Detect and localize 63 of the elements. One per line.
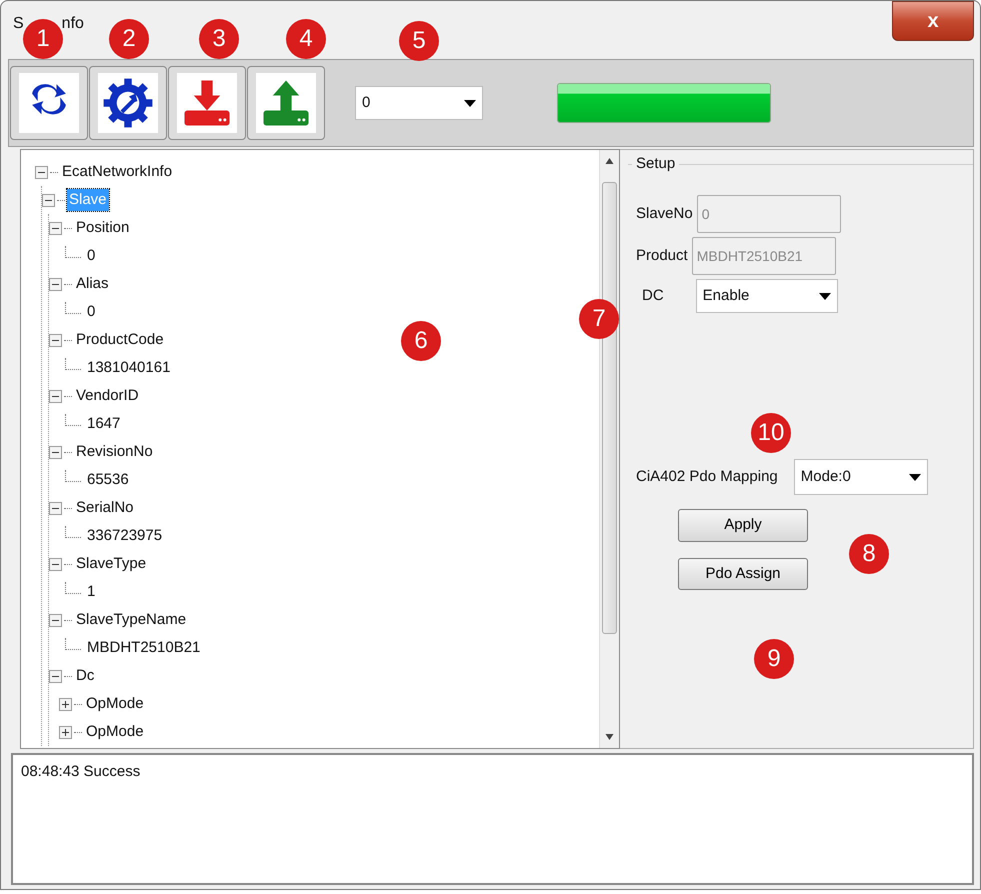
field-label: Product xyxy=(636,246,688,266)
tree-node-label[interactable]: EcatNetworkInfo xyxy=(60,160,174,184)
tree-node-label[interactable]: SerialNo xyxy=(74,496,136,520)
action-button[interactable]: Pdo Assign xyxy=(678,558,808,590)
collapse-icon[interactable] xyxy=(49,502,62,514)
tree-node-label[interactable]: 0 xyxy=(85,244,98,268)
tree-node-label[interactable]: SlaveTypeName xyxy=(74,608,188,632)
tree-node-label[interactable]: 336723975 xyxy=(85,524,164,548)
tree-node-label[interactable]: 0 xyxy=(85,300,98,324)
action-button[interactable]: Apply xyxy=(678,509,808,542)
download-button[interactable] xyxy=(168,66,246,140)
collapse-icon[interactable] xyxy=(49,446,62,458)
tree-node-label[interactable]: Dc xyxy=(74,664,96,688)
collapse-icon[interactable] xyxy=(49,278,62,290)
tree-node-label[interactable]: MBDHT2510B21 xyxy=(85,636,202,660)
log-line: 08:48:43 Success xyxy=(21,762,142,782)
caret-icon xyxy=(818,292,831,300)
callout-marker: 4 xyxy=(286,19,326,59)
collapse-icon[interactable] xyxy=(35,166,48,178)
collapse-icon[interactable] xyxy=(49,222,62,234)
tree-node-label[interactable]: 65536 xyxy=(85,468,131,492)
tree-node-label[interactable]: OpMode xyxy=(84,720,146,744)
dc-select[interactable]: Enable xyxy=(696,279,838,313)
collapse-icon[interactable] xyxy=(42,194,55,206)
tree-node-label[interactable]: SlaveType xyxy=(74,552,148,576)
tree-node-label[interactable]: ProductCode xyxy=(74,328,166,352)
refresh-arrows-icon xyxy=(19,73,79,133)
callout-marker: 9 xyxy=(754,639,794,679)
tree-node-label[interactable]: 1381040161 xyxy=(85,356,172,380)
collapse-icon[interactable] xyxy=(49,558,62,570)
tree-node-label[interactable]: 1 xyxy=(85,580,98,604)
window-title: S xyxy=(13,14,24,34)
expand-icon[interactable] xyxy=(59,726,72,738)
upload-button[interactable] xyxy=(247,66,325,140)
settings-button[interactable] xyxy=(89,66,167,140)
callout-marker: 8 xyxy=(849,534,889,574)
tree-node-label[interactable]: 1647 xyxy=(85,412,122,436)
mapping-label: CiA402 Pdo Mapping xyxy=(636,466,778,487)
collapse-icon[interactable] xyxy=(49,670,62,682)
caret-icon xyxy=(464,100,476,106)
field-label: SlaveNo xyxy=(636,204,693,224)
field-label: DC xyxy=(642,286,664,306)
tree-node-label[interactable]: RevisionNo xyxy=(74,440,155,464)
expand-icon[interactable] xyxy=(59,698,72,710)
callout-marker: 5 xyxy=(399,21,439,61)
gear-hammer-icon xyxy=(98,73,158,133)
window-title: nfo xyxy=(62,14,84,34)
mapping-select[interactable]: Mode:0 xyxy=(794,459,928,495)
tree-node-label[interactable]: Alias xyxy=(74,272,111,296)
callout-marker: 10 xyxy=(751,413,791,453)
collapse-icon[interactable] xyxy=(49,390,62,402)
caret-icon xyxy=(908,474,921,480)
collapse-icon[interactable] xyxy=(49,614,62,626)
close-button[interactable]: x xyxy=(892,1,974,41)
callout-marker: 3 xyxy=(199,19,239,59)
tree-node-label[interactable]: OpMode xyxy=(84,692,146,716)
tree-node-label[interactable]: Position xyxy=(74,216,132,240)
collapse-icon[interactable] xyxy=(49,334,62,346)
tree-node-label[interactable]: VendorID xyxy=(74,384,141,408)
refresh-button[interactable] xyxy=(10,66,88,140)
callout-marker: 1 xyxy=(23,19,63,59)
callout-marker: 2 xyxy=(109,19,149,59)
slave-select[interactable]: 0 xyxy=(355,86,483,120)
